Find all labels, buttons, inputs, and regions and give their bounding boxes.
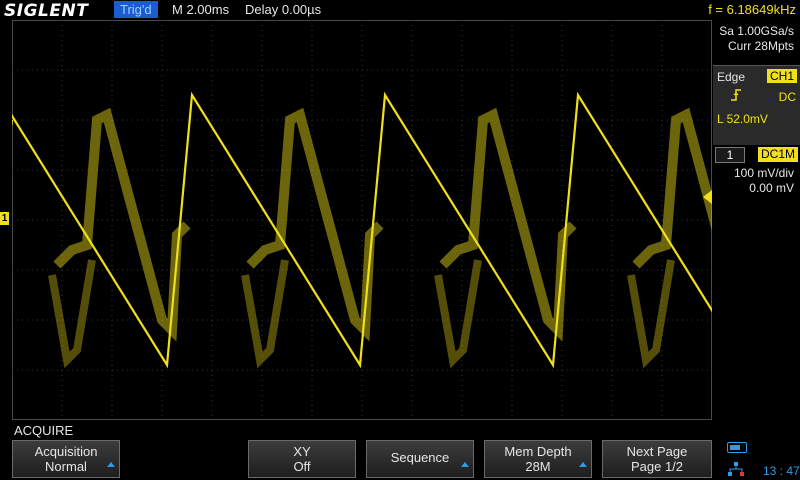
ch1-trace-band	[246, 107, 384, 342]
trigger-source: CH1	[766, 69, 797, 83]
ch1-trace-band	[48, 259, 96, 369]
trigger-status-badge[interactable]: Trig'd	[114, 1, 158, 18]
trigger-level: L 52.0mV	[717, 112, 768, 126]
trigger-level-marker-icon[interactable]	[703, 190, 712, 204]
trigger-info-box[interactable]: Edge CH1 DC L 52.0mV	[713, 65, 800, 148]
brand-logo: SIGLENT	[4, 1, 89, 21]
chevron-up-icon	[579, 462, 587, 467]
vertical-scale: 100 mV/div	[733, 166, 794, 180]
softkey-label: Next Page	[626, 444, 688, 459]
channel-info-box[interactable]: 1 DC1M 100 mV/div 0.00 mV	[713, 145, 800, 195]
softkey-value: Normal	[45, 459, 87, 474]
sample-rate: Sa 1.00GSa/s	[719, 24, 794, 38]
ch1-trace-band	[632, 107, 712, 269]
ch1-trace-band	[434, 259, 482, 369]
usb-icon	[727, 442, 747, 453]
softkey-label: Mem Depth	[504, 444, 572, 459]
delay-readout[interactable]: Delay 0.00µs	[245, 2, 321, 17]
trigger-coupling: DC	[778, 90, 796, 104]
ch1-trace-band	[627, 259, 675, 369]
ch1-trace-band	[53, 107, 191, 342]
right-info-panel: Sa 1.00GSa/s Curr 28Mpts Edge CH1 DC L 5…	[713, 20, 800, 440]
memory-depth-readout: Curr 28Mpts	[727, 39, 794, 53]
sequence-button[interactable]: Sequence	[366, 440, 474, 478]
mem-depth-button[interactable]: Mem Depth 28M	[484, 440, 592, 478]
ch1-trace-band	[439, 107, 577, 342]
ch1-trace-band	[241, 259, 289, 369]
softkey-value: Off	[293, 459, 311, 474]
softkey-label: Acquisition	[34, 444, 98, 459]
softkey-value: Page 1/2	[630, 459, 684, 474]
menu-title: ACQUIRE	[14, 423, 74, 438]
xy-mode-button[interactable]: XY Off	[248, 440, 356, 478]
top-status-bar: SIGLENT Trig'd M 2.00ms Delay 0.00µs f =…	[0, 0, 800, 21]
trigger-type: Edge	[717, 70, 746, 84]
waveform-display	[12, 20, 712, 420]
system-status-area: 13 : 47	[725, 440, 800, 480]
channel-number: 1	[715, 147, 745, 163]
clock: 13 : 47	[763, 464, 800, 478]
softkey-label: XY	[293, 444, 311, 459]
acquisition-mode-button[interactable]: Acquisition Normal	[12, 440, 120, 478]
frequency-counter: f = 6.18649kHz	[708, 2, 796, 17]
chevron-up-icon	[107, 462, 115, 467]
rising-edge-icon	[731, 89, 741, 101]
softkey-value: 28M	[525, 459, 551, 474]
channel-coupling-impedance: DC1M	[757, 147, 798, 162]
vertical-offset: 0.00 mV	[749, 181, 794, 195]
ch1-ground-marker-icon[interactable]: 1	[0, 212, 9, 225]
network-icon	[728, 462, 744, 476]
timebase-readout[interactable]: M 2.00ms	[172, 2, 229, 17]
chevron-up-icon	[461, 462, 469, 467]
next-page-button[interactable]: Next Page Page 1/2	[602, 440, 712, 478]
softkey-label: Sequence	[390, 450, 450, 465]
